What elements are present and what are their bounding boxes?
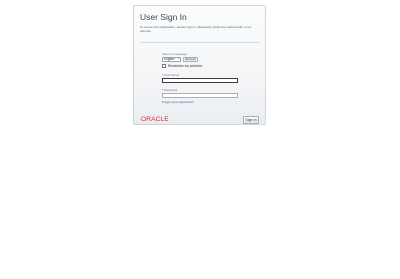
page-title: User Sign In [140, 12, 187, 22]
user-name-input[interactable] [162, 78, 238, 83]
instructions-text: To access this application, please sign … [140, 25, 251, 33]
password-label: * Password [162, 88, 177, 92]
chevron-down-icon: ▾ [177, 56, 180, 61]
language-selected-value: English [164, 56, 175, 61]
password-label-text: Password [164, 88, 178, 92]
forgot-password-link[interactable]: Forgot your password? [162, 100, 194, 104]
required-asterisk: * [162, 88, 164, 92]
user-name-label-text: User Name [164, 73, 180, 77]
remember-checkbox[interactable] [162, 64, 166, 68]
password-input[interactable] [162, 93, 238, 98]
divider [140, 42, 260, 43]
oracle-logo: ORACLE [141, 116, 169, 123]
user-name-label: * User Name [162, 73, 179, 77]
language-label: Select a Language [162, 52, 188, 56]
refresh-button[interactable]: Refresh [183, 56, 198, 62]
required-asterisk: * [162, 73, 164, 77]
sign-in-panel: User Sign In To access this application,… [133, 5, 266, 125]
sign-in-button[interactable]: Sign In [243, 116, 259, 124]
language-select[interactable]: English ▾ [162, 56, 181, 62]
remember-label: Remember my selection [168, 63, 203, 68]
